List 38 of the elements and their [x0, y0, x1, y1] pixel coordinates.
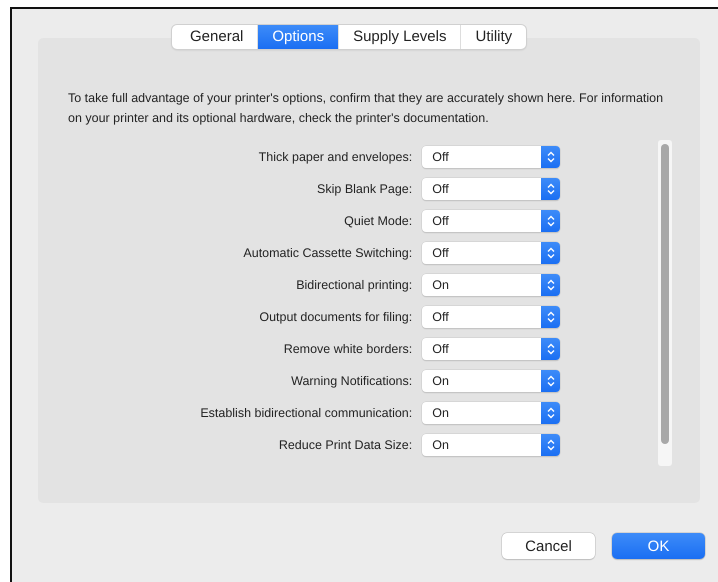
description-text: To take full advantage of your printer's options, confirm that they are accurately shown here. For information on your printer and its optional hardware, check the printer's documentation. — [68, 90, 664, 127]
option-label: Output documents for filing: — [259, 310, 412, 324]
popup-menu[interactable]: On — [422, 274, 560, 296]
popup-menu[interactable]: Off — [422, 210, 560, 232]
stepper-arrows-icon — [541, 402, 560, 424]
popup-menu[interactable]: On — [422, 434, 560, 456]
option-label: Skip Blank Page: — [317, 182, 412, 196]
stepper-arrows-icon — [541, 338, 560, 360]
option-label: Automatic Cassette Switching: — [243, 246, 412, 260]
popup-menu[interactable]: On — [422, 370, 560, 392]
tab[interactable]: Supply Levels — [339, 25, 462, 49]
stepper-arrows-icon — [541, 370, 560, 392]
stepper-arrows-icon — [541, 242, 560, 264]
stepper-arrows-icon — [541, 210, 560, 232]
popup-menu[interactable]: Off — [422, 242, 560, 264]
option-label: Establish bidirectional communication: — [200, 406, 412, 420]
option-label: Bidirectional printing: — [296, 278, 412, 292]
popup-menu[interactable]: On — [422, 402, 560, 424]
tab[interactable]: Options — [258, 25, 340, 49]
stepper-arrows-icon — [541, 306, 560, 328]
cancel-button[interactable]: Cancel — [502, 533, 595, 559]
stepper-arrows-icon — [541, 178, 560, 200]
option-label: Remove white borders: — [284, 342, 412, 356]
tab[interactable]: Utility — [461, 25, 526, 49]
option-label: Quiet Mode: — [344, 214, 412, 228]
scrollbar-thumb[interactable] — [661, 144, 670, 444]
stepper-arrows-icon — [541, 434, 560, 456]
option-label: Thick paper and envelopes: — [258, 150, 412, 164]
stepper-arrows-icon — [541, 146, 560, 168]
option-label: Reduce Print Data Size: — [278, 438, 412, 452]
stepper-arrows-icon — [541, 274, 560, 296]
popup-menu[interactable]: Off — [422, 306, 560, 328]
popup-menu[interactable]: Off — [422, 338, 560, 360]
scrollbar[interactable] — [658, 140, 672, 466]
option-label: Warning Notifications: — [291, 374, 412, 388]
ok-button[interactable]: OK — [612, 533, 705, 559]
popup-menu[interactable]: Off — [422, 178, 560, 200]
popup-menu[interactable]: Off — [422, 146, 560, 168]
